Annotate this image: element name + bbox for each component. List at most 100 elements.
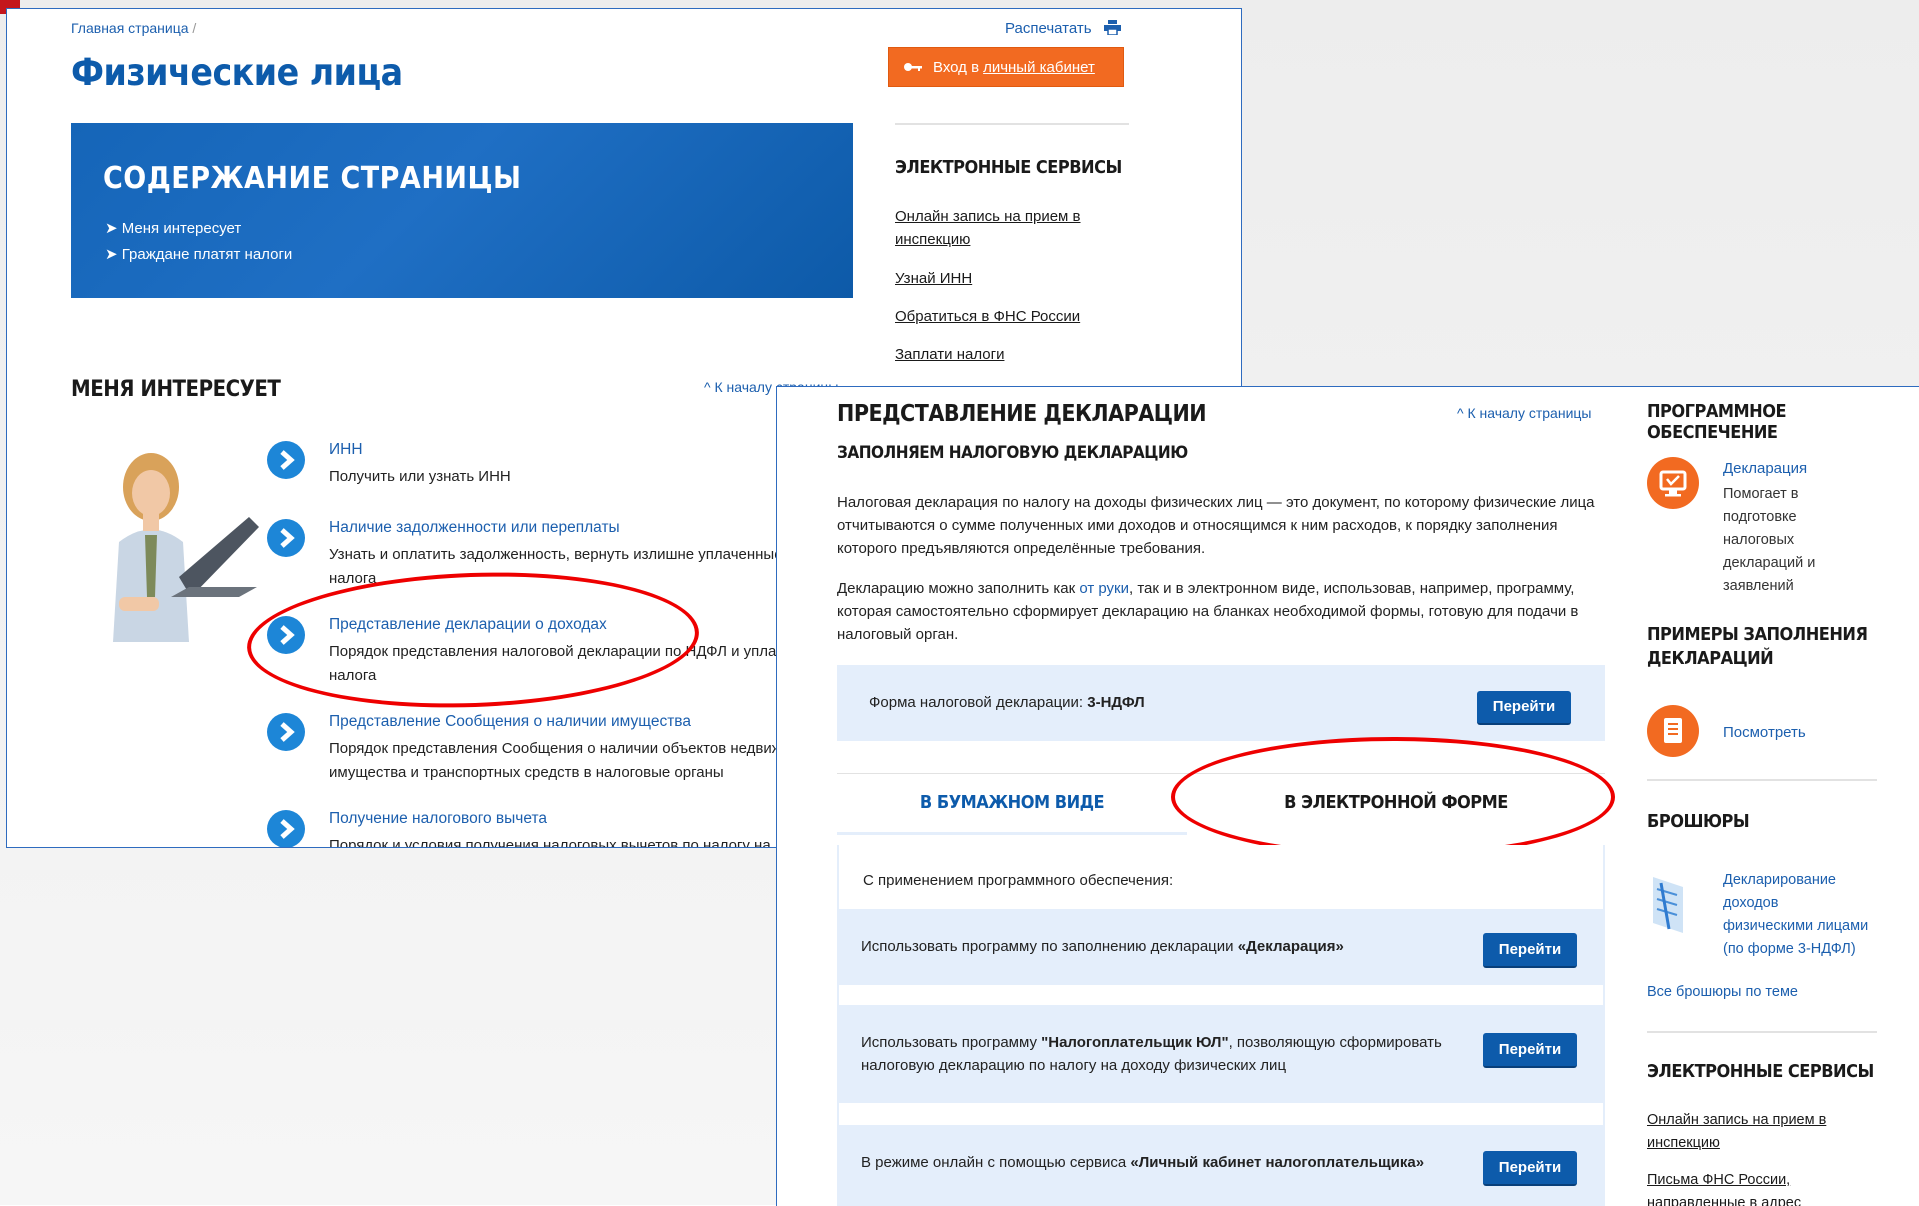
contents-title: СОДЕРЖАНИЕ СТРАНИЦЫ	[103, 161, 522, 196]
eservice-link-appointment[interactable]: Онлайн запись на прием в инспекцию	[1647, 1109, 1826, 1155]
form-go-button[interactable]: Перейти	[1477, 691, 1571, 725]
item-description: Порядок и условия получения налоговых вы…	[329, 837, 827, 848]
software-intro: С применением программного обеспечения:	[863, 872, 1174, 889]
item-title-link[interactable]: ИНН	[329, 441, 363, 459]
printer-icon	[1103, 20, 1121, 36]
declaration-section-title: ПРЕДСТАВЛЕНИЕ ДЕКЛАРАЦИИ	[837, 401, 1207, 427]
highlight-ellipse	[244, 565, 702, 715]
option-text-part: Использовать программу	[861, 1034, 1042, 1051]
option-go-button[interactable]: Перейти	[1483, 933, 1577, 968]
item-title-link[interactable]: Представление Сообщения о наличии имущес…	[329, 713, 691, 731]
title-line: ПРИМЕРЫ ЗАПОЛНЕНИЯ	[1647, 624, 1868, 645]
chevron-right-circle-icon	[267, 441, 305, 479]
declaration-subtitle: ЗАПОЛНЯЕМ НАЛОГОВУЮ ДЕКЛАРАЦИЮ	[837, 443, 1188, 463]
login-link-text: личный кабинет	[983, 58, 1095, 76]
item-description: Получить или узнать ИНН	[329, 468, 511, 485]
brochure-link[interactable]: Декларирование доходов физическими лицам…	[1723, 869, 1868, 961]
declaration-page-screenshot: ПРЕДСТАВЛЕНИЕ ДЕКЛАРАЦИИ ^ К началу стра…	[776, 386, 1919, 1206]
desc-line: налоговых	[1723, 532, 1795, 548]
interest-section-title: МЕНЯ ИНТЕРЕСУЕТ	[71, 377, 281, 402]
declaration-fill-paragraph: Декларацию можно заполнить как от руки, …	[837, 577, 1617, 646]
chevron-right-icon: ➤	[105, 220, 118, 237]
link-line: инспекцию	[1647, 1135, 1720, 1151]
eservices-title: ЭЛЕКТРОННЫЕ СЕРВИСЫ	[1647, 1061, 1874, 1082]
option-text-part: Использовать программу по заполнению дек…	[861, 938, 1238, 955]
print-link[interactable]: Распечатать	[1005, 20, 1121, 37]
sidebar-link-appointment[interactable]: Онлайн запись на прием в инспекцию	[895, 205, 1081, 251]
row-gap	[839, 1103, 1603, 1125]
woman-with-laptop-image	[79, 447, 265, 647]
option-text-part: В режиме онлайн с помощью сервиса	[861, 1154, 1131, 1171]
desc-line: деклараций и	[1723, 555, 1816, 571]
item-title-link[interactable]: Наличие задолженности или переплаты	[329, 519, 620, 537]
para-line: Налоговая декларация по налогу на доходы…	[837, 494, 1595, 511]
examples-view-link[interactable]: Посмотреть	[1723, 721, 1806, 744]
option-text-bold: «Декларация»	[1237, 938, 1344, 955]
software-title: ПРОГРАММНОЕ ОБЕСПЕЧЕНИЕ	[1647, 401, 1787, 443]
declaration-intro-paragraph: Налоговая декларация по налогу на доходы…	[837, 491, 1617, 560]
page-contents-banner: СОДЕРЖАНИЕ СТРАНИЦЫ ➤ Меня интересует ➤ …	[71, 123, 853, 298]
breadcrumb-separator: /	[192, 20, 197, 36]
sidebar-link-inn[interactable]: Узнай ИНН	[895, 267, 972, 290]
to-top-link[interactable]: ^ К началу страницы	[1457, 405, 1591, 421]
by-hand-link[interactable]: от руки	[1079, 580, 1129, 597]
print-label: Распечатать	[1005, 20, 1092, 37]
option-text: Использовать программу "Налогоплательщик…	[861, 1031, 1442, 1077]
link-line: направленные в адрес	[1647, 1195, 1802, 1206]
para-line: которая самостоятельно сформирует деклар…	[837, 603, 1579, 620]
desc-line: Помогает в	[1723, 486, 1799, 502]
brochure-thumbnail	[1647, 873, 1691, 937]
option-go-button[interactable]: Перейти	[1483, 1033, 1577, 1068]
option-text: В режиме онлайн с помощью сервиса «Личны…	[861, 1151, 1424, 1174]
desc-line: подготовке	[1723, 509, 1797, 525]
software-description: Помогает в подготовке налоговых декларац…	[1723, 483, 1815, 598]
form-label-text: Форма налоговой декларации:	[869, 694, 1088, 711]
eservice-link-letters[interactable]: Письма ФНС России, направленные в адрес	[1647, 1169, 1801, 1206]
option-text-line: налоговую декларацию по налогу на доходу…	[861, 1057, 1287, 1074]
option-text-bold: "Налогоплательщик ЮЛ"	[1041, 1034, 1229, 1051]
document-list-icon	[1647, 705, 1699, 757]
declaration-form-box: Форма налоговой декларации: 3-НДФЛ Перей…	[837, 665, 1605, 741]
desc-line: заявлений	[1723, 578, 1794, 594]
software-intro-row: С применением программного обеспечения:	[839, 845, 1603, 909]
chevron-right-icon: ➤	[105, 246, 118, 263]
link-line: Письма ФНС России,	[1647, 1172, 1791, 1188]
option-text-bold: «Личный кабинет налогоплательщика»	[1130, 1154, 1425, 1171]
option-row-personal-cabinet: В режиме онлайн с помощью сервиса «Личны…	[839, 1125, 1603, 1206]
option-text: Использовать программу по заполнению дек…	[861, 935, 1344, 958]
sidebar-link-contact-fns[interactable]: Обратиться в ФНС России	[895, 305, 1080, 328]
link-line: Онлайн запись на прием в	[895, 208, 1081, 225]
option-text-part: , позволяющую сформировать	[1228, 1034, 1442, 1051]
sidebar-eservices-title: ЭЛЕКТРОННЫЕ СЕРВИСЫ	[895, 157, 1122, 178]
chevron-right-circle-icon	[267, 810, 305, 847]
contents-item-label: Граждане платят налоги	[121, 246, 293, 263]
page-title: Физические лица	[71, 51, 403, 94]
desc-line: имущества и транспортных средств в налог…	[329, 764, 724, 781]
option-go-button[interactable]: Перейти	[1483, 1151, 1577, 1186]
contents-item-citizens[interactable]: ➤ Граждане платят налоги	[105, 245, 292, 263]
key-icon	[904, 63, 922, 71]
link-line: инспекцию	[895, 231, 971, 248]
sidebar-link-pay-taxes[interactable]: Заплати налоги	[895, 343, 1004, 366]
item-title-link[interactable]: Получение налогового вычета	[329, 810, 547, 828]
form-label: Форма налоговой декларации: 3-НДФЛ	[869, 691, 1145, 714]
breadcrumb-home-link[interactable]: Главная страница	[71, 20, 189, 36]
all-brochures-link[interactable]: Все брошюры по теме	[1647, 981, 1798, 1004]
software-declaration-link[interactable]: Декларация	[1723, 457, 1807, 480]
breadcrumb: Главная страница /	[71, 20, 196, 36]
contents-item-interest[interactable]: ➤ Меня интересует	[105, 219, 241, 237]
item-description: Порядок представления Сообщения о наличи…	[329, 737, 822, 785]
para-text: Декларацию можно заполнить как	[837, 580, 1080, 597]
link-line: физическими лицами	[1723, 918, 1869, 934]
tab-paper[interactable]: В БУМАЖНОМ ВИДЕ	[837, 774, 1187, 835]
para-text: , так и в электронном виде, использовав,…	[1128, 580, 1575, 597]
login-cabinet-button[interactable]: Вход в личный кабинет	[888, 47, 1124, 87]
sidebar-divider	[1647, 779, 1877, 781]
form-code: 3-НДФЛ	[1087, 694, 1145, 711]
desc-line: Порядок представления Сообщения о наличи…	[329, 740, 823, 757]
para-line: которого предъявляются определённые треб…	[837, 540, 1206, 557]
row-gap	[839, 985, 1603, 1005]
link-line: доходов	[1723, 895, 1779, 911]
title-line: ДЕКЛАРАЦИЙ	[1647, 648, 1774, 669]
option-row-declaration: Использовать программу по заполнению дек…	[839, 909, 1603, 985]
